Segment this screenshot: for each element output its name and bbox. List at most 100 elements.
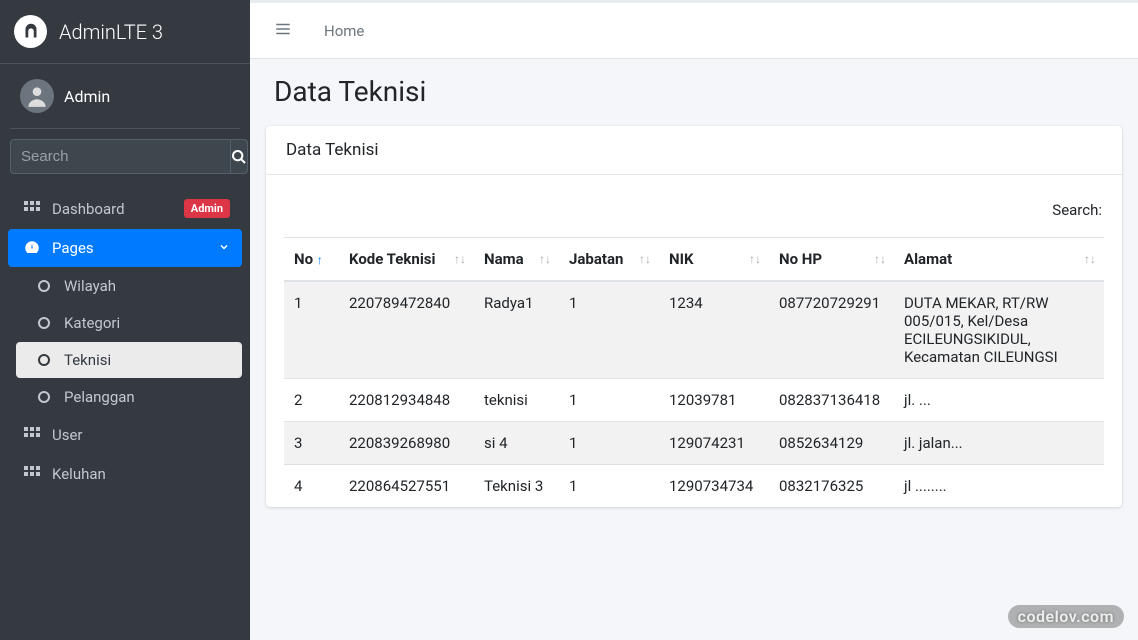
- cell-alamat: DUTA MEKAR, RT/RW 005/015, Kel/Desa ECIL…: [894, 281, 1104, 379]
- datatable-search-label: Search:: [284, 195, 1104, 237]
- user-panel[interactable]: Admin: [10, 64, 240, 129]
- th-nik[interactable]: NIK↑↓: [659, 238, 769, 282]
- gauge-icon: [20, 239, 44, 257]
- sort-icon: ↑↓: [454, 252, 466, 266]
- sidebar-item-user[interactable]: User: [8, 416, 242, 454]
- table-row: 2220812934848teknisi11203978108283713641…: [284, 379, 1104, 422]
- cell-jabatan: 1: [559, 422, 659, 465]
- cell-nama: Teknisi 3: [474, 465, 559, 508]
- cell-nohp: 087720729291: [769, 281, 894, 379]
- cell-no: 3: [284, 422, 339, 465]
- sidebar-item-label: Kategori: [64, 314, 232, 332]
- cell-no: 1: [284, 281, 339, 379]
- cell-nik: 1290734734: [659, 465, 769, 508]
- brand[interactable]: AdminLTE 3: [0, 0, 250, 64]
- sort-icon: ↑↓: [749, 252, 761, 266]
- table-row: 4220864527551Teknisi 3112907347340832176…: [284, 465, 1104, 508]
- cell-kode: 220864527551: [339, 465, 474, 508]
- circle-icon: [32, 280, 56, 292]
- cell-no: 2: [284, 379, 339, 422]
- cell-alamat: jl. ...: [894, 379, 1104, 422]
- cell-alamat: jl. jalan...: [894, 422, 1104, 465]
- breadcrumb-home[interactable]: Home: [324, 22, 364, 40]
- th-kode[interactable]: Kode Teknisi↑↓: [339, 238, 474, 282]
- cell-kode: 220789472840: [339, 281, 474, 379]
- admin-badge: Admin: [184, 199, 230, 218]
- user-name: Admin: [64, 87, 110, 106]
- th-alamat[interactable]: Alamat↑↓: [894, 238, 1104, 282]
- sidebar-item-label: Pelanggan: [64, 388, 232, 406]
- grid-icon: [20, 466, 44, 482]
- watermark: codelov.com: [1008, 605, 1124, 628]
- card-body: Search: No ↑ Kode Teknisi↑↓ Nama↑↓ Jabat…: [266, 175, 1122, 507]
- cell-jabatan: 1: [559, 281, 659, 379]
- sidebar-item-label: Pages: [52, 239, 218, 257]
- sidebar-item-keluhan[interactable]: Keluhan: [8, 455, 242, 493]
- cell-nama: si 4: [474, 422, 559, 465]
- brand-title: AdminLTE 3: [59, 20, 163, 44]
- topbar: Home: [250, 3, 1138, 59]
- cell-nik: 129074231: [659, 422, 769, 465]
- content-header: Data Teknisi: [250, 59, 1138, 118]
- cell-nama: teknisi: [474, 379, 559, 422]
- sidebar-item-kategori[interactable]: Kategori: [16, 305, 242, 341]
- sidebar-item-teknisi[interactable]: Teknisi: [16, 342, 242, 378]
- th-nohp[interactable]: No HP↑↓: [769, 238, 894, 282]
- avatar: [20, 79, 54, 113]
- page-title: Data Teknisi: [274, 75, 1114, 108]
- cell-nohp: 082837136418: [769, 379, 894, 422]
- hamburger-icon: [274, 20, 292, 38]
- th-no[interactable]: No ↑: [284, 238, 339, 282]
- sub-nav-pages: Wilayah Kategori Teknisi Pelanggan: [8, 268, 242, 415]
- cell-nik: 1234: [659, 281, 769, 379]
- chevron-down-icon: [218, 239, 230, 257]
- card-title: Data Teknisi: [266, 126, 1122, 175]
- cell-nama: Radya1: [474, 281, 559, 379]
- table-row: 3220839268980si 411290742310852634129jl.…: [284, 422, 1104, 465]
- circle-icon: [32, 354, 56, 366]
- cell-nohp: 0832176325: [769, 465, 894, 508]
- sidebar-item-pages[interactable]: Pages: [8, 229, 242, 267]
- cell-jabatan: 1: [559, 465, 659, 508]
- circle-icon: [32, 317, 56, 329]
- sort-asc-icon: ↑: [317, 253, 323, 267]
- sidebar-item-pelanggan[interactable]: Pelanggan: [16, 379, 242, 415]
- sidebar-item-dashboard[interactable]: Dashboard Admin: [8, 189, 242, 228]
- cell-alamat: jl ........: [894, 465, 1104, 508]
- cell-kode: 220839268980: [339, 422, 474, 465]
- cell-nohp: 0852634129: [769, 422, 894, 465]
- cell-jabatan: 1: [559, 379, 659, 422]
- main: Home Data Teknisi Data Teknisi Search: N…: [250, 0, 1138, 640]
- grid-icon: [20, 427, 44, 443]
- cell-no: 4: [284, 465, 339, 508]
- sidebar-item-label: Teknisi: [64, 351, 232, 369]
- sidebar-item-wilayah[interactable]: Wilayah: [16, 268, 242, 304]
- sidebar-item-label: Dashboard: [52, 200, 184, 218]
- search-input[interactable]: [10, 139, 231, 174]
- sort-icon: ↑↓: [874, 252, 886, 266]
- table-body: 1220789472840Radya111234087720729291DUTA…: [284, 281, 1104, 507]
- sort-icon: ↑↓: [639, 252, 651, 266]
- cell-nik: 12039781: [659, 379, 769, 422]
- sidebar-item-label: Keluhan: [52, 465, 230, 483]
- grid-icon: [20, 201, 44, 217]
- search-button[interactable]: [231, 139, 248, 174]
- sort-icon: ↑↓: [1084, 252, 1096, 266]
- menu-toggle-button[interactable]: [266, 14, 300, 48]
- sort-icon: ↑↓: [539, 252, 551, 266]
- cell-kode: 220812934848: [339, 379, 474, 422]
- sidebar-item-label: Wilayah: [64, 277, 232, 295]
- th-jabatan[interactable]: Jabatan↑↓: [559, 238, 659, 282]
- table-row: 1220789472840Radya111234087720729291DUTA…: [284, 281, 1104, 379]
- circle-icon: [32, 391, 56, 403]
- th-nama[interactable]: Nama↑↓: [474, 238, 559, 282]
- sidebar-search: [10, 139, 240, 174]
- brand-logo-icon: [14, 15, 47, 48]
- nav: Dashboard Admin Pages Wilayah Kategori T…: [0, 184, 250, 498]
- search-icon: [231, 149, 247, 165]
- table-header-row: No ↑ Kode Teknisi↑↓ Nama↑↓ Jabatan↑↓ NIK…: [284, 238, 1104, 282]
- card: Data Teknisi Search: No ↑ Kode Teknisi↑↓…: [266, 126, 1122, 507]
- data-table: No ↑ Kode Teknisi↑↓ Nama↑↓ Jabatan↑↓ NIK…: [284, 237, 1104, 507]
- sidebar: AdminLTE 3 Admin Dashboard Admin: [0, 0, 250, 640]
- sidebar-item-label: User: [52, 426, 230, 444]
